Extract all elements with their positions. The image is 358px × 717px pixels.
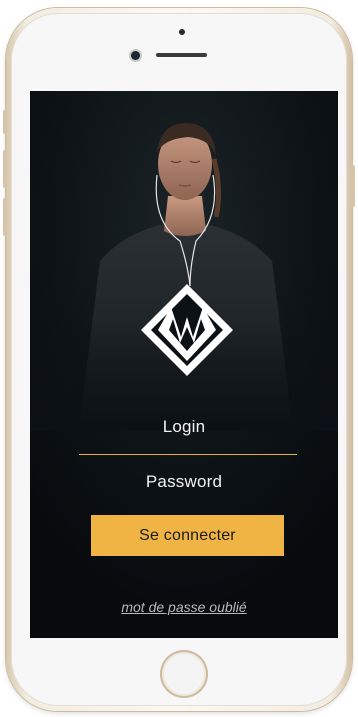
phone-side-button (3, 110, 7, 134)
home-button[interactable] (160, 650, 208, 698)
front-camera (131, 51, 140, 60)
earpiece-speaker (156, 53, 207, 57)
forgot-password-link[interactable]: mot de passe oublié (30, 599, 338, 615)
phone-volume-down-button (3, 198, 7, 236)
diamond-logo-icon (141, 284, 233, 376)
phone-volume-up-button (3, 150, 7, 188)
phone-power-button (351, 165, 355, 207)
password-field[interactable]: Password (30, 472, 338, 492)
field-divider (79, 454, 297, 455)
proximity-sensor (179, 29, 185, 35)
connect-button[interactable]: Se connecter (91, 515, 284, 556)
login-field[interactable]: Login (30, 417, 338, 437)
login-screen: Login Password Se connecter mot de passe… (30, 91, 338, 638)
